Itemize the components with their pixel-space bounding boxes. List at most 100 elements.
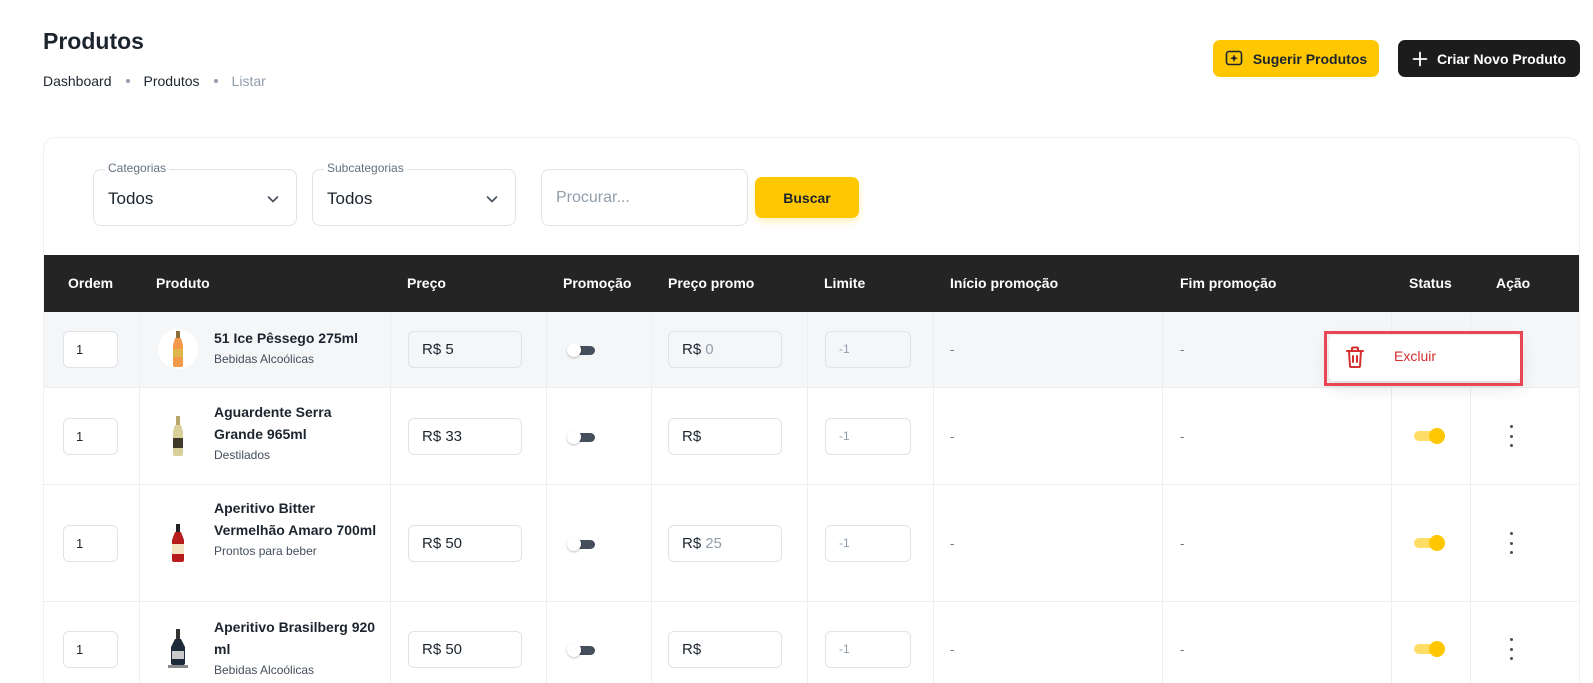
promo-start: - <box>950 536 955 551</box>
order-input[interactable]: 1 <box>63 418 118 455</box>
column-divider <box>807 312 808 387</box>
column-divider <box>651 388 652 484</box>
status-toggle[interactable] <box>1414 641 1446 657</box>
breadcrumb-produtos[interactable]: Produtos <box>144 73 200 89</box>
promotion-toggle[interactable] <box>567 537 599 551</box>
column-divider <box>390 312 391 387</box>
promo-price-input[interactable]: R$ 25 <box>668 525 782 562</box>
column-divider <box>651 485 652 601</box>
currency-label: R$ <box>682 641 702 658</box>
column-divider <box>1470 388 1471 484</box>
create-product-label: Criar Novo Produto <box>1436 50 1567 67</box>
price-input[interactable]: R$ 5 <box>408 331 522 368</box>
column-header-preco: Preço <box>407 275 446 291</box>
more-vertical-icon[interactable] <box>1505 638 1517 660</box>
product-category: Bebidas Alcoólicas <box>214 663 315 677</box>
suggest-products-button[interactable]: Sugerir Produtos <box>1213 40 1379 77</box>
column-divider <box>546 602 547 683</box>
column-header-fim-promocao: Fim promoção <box>1180 275 1277 291</box>
suggest-sparkle-icon <box>1225 50 1243 65</box>
promotion-toggle[interactable] <box>567 430 599 444</box>
currency-label: R$ <box>682 341 702 358</box>
column-header-acao: Ação <box>1496 275 1531 291</box>
table-row: 1 Aguardente Serra Grande 965ml Destilad… <box>44 388 1579 485</box>
column-divider <box>139 485 140 601</box>
more-vertical-icon[interactable] <box>1505 532 1517 554</box>
column-divider <box>139 312 140 387</box>
column-divider <box>1391 602 1392 683</box>
column-divider <box>933 388 934 484</box>
limit-input[interactable]: -1 <box>825 331 911 368</box>
create-product-button[interactable]: Criar Novo Produto <box>1398 40 1580 77</box>
product-title: 51 Ice Pêssego 275ml <box>214 330 358 346</box>
product-name: Aperitivo Brasilberg 920 ml Bebidas Alco… <box>214 616 384 680</box>
column-divider <box>546 388 547 484</box>
more-vertical-icon[interactable] <box>1505 425 1517 447</box>
column-divider <box>933 312 934 387</box>
column-divider <box>1162 602 1163 683</box>
category-select-label: Categorias <box>105 161 170 175</box>
order-input[interactable]: 1 <box>63 525 118 562</box>
category-select[interactable]: Categorias Todos <box>93 161 297 226</box>
category-select-value: Todos <box>108 189 154 208</box>
table-row: 1 Aperitivo Bitter Vermelhão Amaro 700ml… <box>44 485 1579 602</box>
promo-price-value: 25 <box>705 535 722 552</box>
limit-input[interactable]: -1 <box>825 418 911 455</box>
breadcrumb-listar: Listar <box>231 73 266 89</box>
breadcrumb-separator <box>125 79 130 83</box>
products-card: Categorias Todos Subcategorias Todos Bus… <box>43 137 1580 683</box>
column-divider <box>390 485 391 601</box>
breadcrumb: Dashboard Produtos Listar <box>43 73 266 89</box>
highlight-outline <box>1324 331 1523 386</box>
promo-end: - <box>1180 342 1185 357</box>
column-divider <box>1470 602 1471 683</box>
status-toggle[interactable] <box>1414 535 1446 551</box>
promo-start: - <box>950 342 955 357</box>
search-input[interactable] <box>541 169 748 226</box>
promo-start: - <box>950 429 955 444</box>
column-divider <box>390 602 391 683</box>
table-row: 1 Aperitivo Brasilberg 920 ml Bebidas Al… <box>44 602 1579 683</box>
plus-icon <box>1412 51 1428 66</box>
promo-start: - <box>950 642 955 657</box>
suggest-products-label: Sugerir Produtos <box>1252 50 1368 67</box>
subcategory-select[interactable]: Subcategorias Todos <box>312 161 516 226</box>
price-input[interactable]: R$ 50 <box>408 631 522 668</box>
promotion-toggle[interactable] <box>567 643 599 657</box>
price-input[interactable]: R$ 50 <box>408 525 522 562</box>
limit-input[interactable]: -1 <box>825 525 911 562</box>
column-header-preco-promo: Preço promo <box>668 275 755 291</box>
column-header-ordem: Ordem <box>68 275 114 291</box>
promo-price-input[interactable]: R$ <box>668 418 782 455</box>
limit-input[interactable]: -1 <box>825 631 911 668</box>
status-toggle[interactable] <box>1414 428 1446 444</box>
column-divider <box>807 485 808 601</box>
breadcrumb-dashboard[interactable]: Dashboard <box>43 73 112 89</box>
column-divider <box>933 602 934 683</box>
product-image <box>158 523 198 563</box>
promo-price-value: 0 <box>705 341 714 358</box>
subcategory-select-value: Todos <box>327 189 373 208</box>
promo-price-input[interactable]: R$ <box>668 631 782 668</box>
column-header-limite: Limite <box>824 275 866 291</box>
product-name: 51 Ice Pêssego 275ml Bebidas Alcoólicas <box>214 327 384 369</box>
product-name: Aperitivo Bitter Vermelhão Amaro 700ml P… <box>214 497 384 561</box>
product-image <box>158 416 198 456</box>
promo-price-input[interactable]: R$ 0 <box>668 331 782 368</box>
column-divider <box>390 388 391 484</box>
table-header: Ordem Produto Preço Promoção Preço promo… <box>44 255 1579 312</box>
column-divider <box>1391 485 1392 601</box>
price-input[interactable]: R$ 33 <box>408 418 522 455</box>
promo-end: - <box>1180 429 1185 444</box>
promo-end: - <box>1180 642 1185 657</box>
promo-end: - <box>1180 536 1185 551</box>
product-image <box>158 629 198 669</box>
product-name: Aguardente Serra Grande 965ml Destilados <box>214 401 384 465</box>
column-divider <box>1162 485 1163 601</box>
column-divider <box>546 312 547 387</box>
column-divider <box>651 602 652 683</box>
order-input[interactable]: 1 <box>63 631 118 668</box>
order-input[interactable]: 1 <box>63 331 118 368</box>
search-button[interactable]: Buscar <box>755 177 859 218</box>
promotion-toggle[interactable] <box>567 343 599 357</box>
